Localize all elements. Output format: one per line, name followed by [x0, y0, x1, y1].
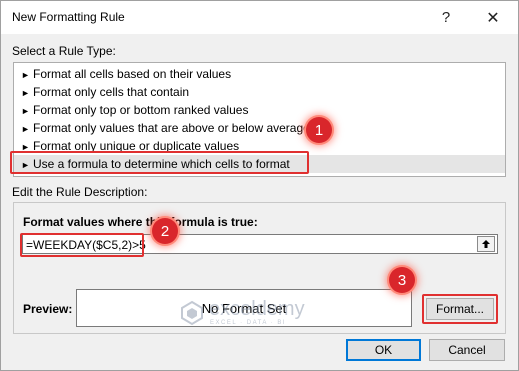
arrow-right-icon: ►	[21, 88, 30, 98]
rule-type-item-label: Format only top or bottom ranked values	[33, 103, 249, 117]
step-badge-2: 2	[152, 218, 178, 244]
rule-type-item[interactable]: ► Format only cells that contain	[14, 83, 505, 101]
rule-type-item[interactable]: ► Format only top or bottom ranked values	[14, 101, 505, 119]
new-formatting-rule-dialog: New Formatting Rule ? ✕ Select a Rule Ty…	[0, 0, 519, 371]
rule-type-item-label: Format only cells that contain	[33, 85, 190, 99]
dialog-title: New Formatting Rule	[12, 10, 125, 24]
step-badge-3: 3	[389, 267, 415, 293]
rule-type-item[interactable]: ► Format all cells based on their values	[14, 65, 505, 83]
collapse-dialog-button[interactable]	[477, 236, 495, 252]
arrow-right-icon: ►	[21, 70, 30, 80]
ok-button[interactable]: OK	[346, 339, 421, 361]
exceldemy-logo-icon	[181, 300, 203, 326]
highlight-format-button	[422, 294, 498, 324]
formula-label: Format values where this formula is true…	[23, 215, 258, 229]
watermark-tagline: EXCEL · DATA · BI	[210, 320, 287, 326]
exceldemy-watermark: exceldemy EXCEL · DATA · BI	[179, 298, 354, 328]
highlight-selected-rule	[10, 151, 309, 174]
rule-type-item[interactable]: ► Format only values that are above or be…	[14, 119, 505, 137]
collapse-up-icon	[482, 240, 490, 248]
highlight-formula	[20, 233, 144, 257]
rule-description-label: Edit the Rule Description:	[12, 185, 148, 199]
help-button[interactable]: ?	[428, 1, 464, 34]
watermark-brand: exceldemy	[209, 298, 305, 320]
title-bar: New Formatting Rule ? ✕	[1, 1, 518, 34]
rule-type-label: Select a Rule Type:	[12, 44, 116, 58]
preview-label: Preview:	[23, 302, 73, 316]
arrow-right-icon: ►	[21, 106, 30, 116]
arrow-right-icon: ►	[21, 124, 30, 134]
step-badge-1: 1	[306, 117, 332, 143]
rule-type-item-label: Format all cells based on their values	[33, 67, 232, 81]
close-icon[interactable]: ✕	[475, 1, 511, 34]
cancel-button[interactable]: Cancel	[429, 339, 505, 361]
rule-type-item-label: Format only values that are above or bel…	[33, 121, 310, 135]
